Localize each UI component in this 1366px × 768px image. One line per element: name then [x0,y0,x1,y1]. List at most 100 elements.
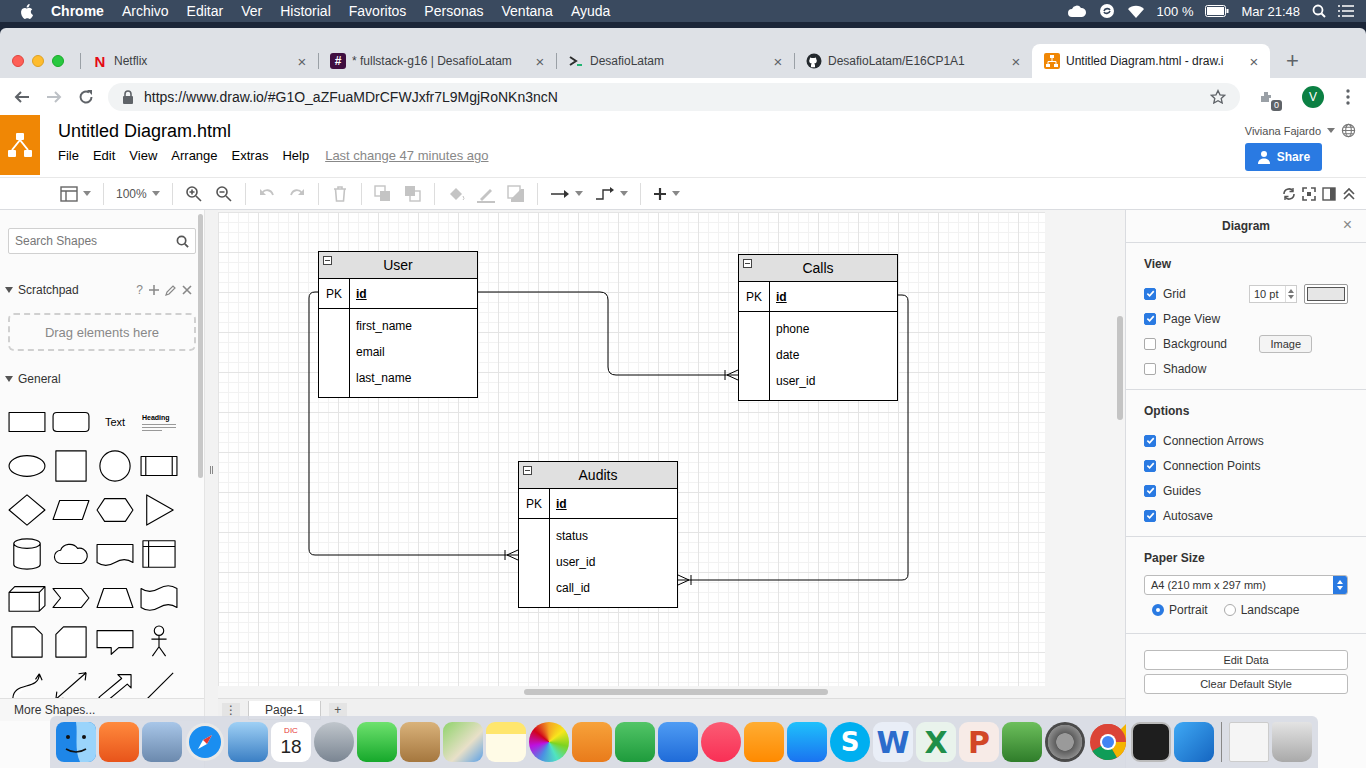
prefs-app-icon[interactable] [1045,722,1085,762]
notification-list-icon[interactable] [1338,4,1354,18]
globe-icon[interactable] [1341,123,1356,138]
app-menu-item[interactable]: Help [282,148,309,163]
bird-app-icon[interactable] [228,722,268,762]
panel-button[interactable]: Edit Data [1144,650,1348,670]
sync-status-icon[interactable] [1282,187,1296,201]
forward-arrow-icon[interactable] [46,89,62,105]
books-app-icon[interactable] [744,722,784,762]
shape-item[interactable] [137,488,181,532]
browser-tab[interactable]: DesafioLatam × [556,44,794,78]
keynote-app-icon[interactable] [658,722,698,762]
contacts-app-icon[interactable] [400,722,440,762]
shape-item[interactable] [5,620,49,664]
view-option[interactable]: Page View [1144,306,1348,331]
fullscreen-icon[interactable] [1302,187,1316,201]
sync-icon[interactable] [1099,3,1115,19]
migrate-app-icon[interactable] [1002,722,1042,762]
shape-item[interactable] [137,444,181,488]
panel-icon[interactable] [1322,187,1336,201]
wifi-icon[interactable] [1127,4,1145,18]
shape-item[interactable] [49,488,93,532]
horizontal-scrollbar[interactable] [218,686,1125,698]
grid-size-field[interactable]: 10 pt [1249,285,1297,303]
vertical-scrollbar[interactable] [1115,210,1125,686]
reload-icon[interactable] [78,89,94,105]
checkbox[interactable] [1144,435,1156,447]
shape-item[interactable] [137,664,181,698]
paper-size-select[interactable]: A4 (210 mm x 297 mm) [1144,575,1348,595]
music-app-icon[interactable] [701,722,741,762]
entity-header[interactable]: User [319,252,477,279]
orientation-radio[interactable]: Landscape [1224,603,1300,617]
collapse-icon[interactable] [1342,187,1356,201]
primary-key-row[interactable]: PK id [739,282,897,312]
app-menu-item[interactable]: Arrange [171,148,217,163]
close-window-button[interactable] [12,55,24,67]
zoom-window-button[interactable] [52,55,64,67]
browser-tab[interactable]: N Netflix × [80,44,318,78]
shape-item[interactable] [93,576,137,620]
shape-item[interactable] [5,444,49,488]
maps-app-icon[interactable] [443,722,483,762]
preview-app-icon[interactable] [142,722,182,762]
checkbox[interactable] [1144,510,1156,522]
battery-icon[interactable] [1205,5,1229,17]
menu-item[interactable]: Editar [187,3,224,19]
relationship-edge[interactable] [478,292,738,380]
search-shapes-field[interactable]: Search Shapes [8,228,196,254]
user-dropdown-icon[interactable] [1327,128,1335,133]
ppt-app-icon[interactable]: P [959,722,999,762]
safari-app-icon[interactable] [185,722,225,762]
checkbox[interactable] [1144,288,1156,300]
waypoints-dropdown[interactable] [595,187,628,201]
edit-pencil-icon[interactable] [165,285,176,296]
sidebar-splitter[interactable] [205,210,218,768]
checkbox[interactable] [1144,485,1156,497]
diagram-canvas[interactable]: User PK id first_nameemaillast_name Call… [218,212,1045,686]
shape-item[interactable] [49,576,93,620]
shape-item[interactable] [49,620,93,664]
app-menu-item[interactable]: File [58,148,79,163]
option-checkbox-row[interactable]: Connection Points [1144,453,1348,478]
shape-item[interactable]: Heading [137,400,181,444]
scratchpad-header[interactable]: Scratchpad ? [0,280,196,300]
zoom-dropdown[interactable]: 100% [116,187,160,201]
skype-app-icon[interactable]: S [830,722,870,762]
tab-close-button[interactable]: × [770,53,786,70]
add-icon[interactable] [149,285,159,295]
new-tab-button[interactable]: + [1286,49,1299,73]
app-menu-item[interactable]: Edit [93,148,115,163]
background-image-button[interactable]: Image [1259,335,1312,353]
cloud-icon[interactable] [1067,4,1087,18]
extension-button[interactable]: 0 [1256,86,1278,108]
collapse-icon[interactable] [743,259,752,268]
entity-field[interactable]: email [356,339,412,365]
scratchpad-help-button[interactable]: ? [136,283,143,297]
zoom-in-icon[interactable] [185,185,203,203]
shape-item[interactable] [93,664,137,698]
shape-item[interactable] [49,400,93,444]
shape-item[interactable] [5,664,49,698]
checkbox[interactable] [1144,363,1156,375]
photos-app-icon[interactable] [529,722,569,762]
menu-item[interactable]: Personas [424,3,483,19]
general-section-header[interactable]: General [0,369,196,389]
shape-item[interactable] [49,664,93,698]
format-panel-toggle[interactable] [60,186,91,202]
finder-app-icon[interactable] [56,722,96,762]
profile-avatar[interactable]: V [1302,86,1324,108]
entity-field[interactable]: status [556,523,595,549]
menu-item[interactable]: Historial [280,3,331,19]
browser-tab[interactable]: Untitled Diagram.html - draw.i × [1032,44,1270,78]
entity-field[interactable]: user_id [556,549,595,575]
shape-item[interactable] [93,620,137,664]
view-option[interactable]: Background Image [1144,331,1348,356]
doc-app-icon[interactable] [1229,722,1269,762]
shape-item[interactable] [137,620,181,664]
shape-item[interactable] [5,400,49,444]
back-arrow-icon[interactable] [14,89,30,105]
drawio-logo-icon[interactable] [0,115,40,175]
document-title[interactable]: Untitled Diagram.html [58,121,489,142]
last-change-link[interactable]: Last change 47 minutes ago [325,148,488,163]
facetime-app-icon[interactable] [357,722,397,762]
